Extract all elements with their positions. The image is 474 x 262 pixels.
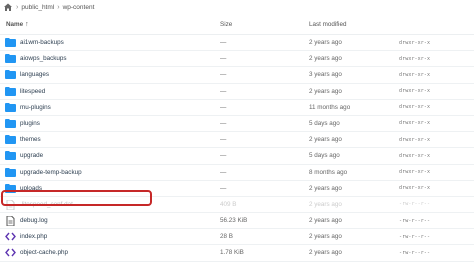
file-size: — [220, 39, 227, 46]
table-row[interactable]: themes — 2 years ago drwxr-xr-x [0, 132, 474, 149]
folder-icon [5, 167, 16, 177]
table-row[interactable]: debug.log 56.23 KiB 2 years ago -rw-r--r-- [0, 213, 474, 230]
column-size[interactable]: Size [220, 21, 232, 28]
file-modified: 2 years ago [309, 55, 342, 63]
file-name[interactable]: upgrade-temp-backup [20, 169, 82, 176]
chevron-right-icon: › [57, 3, 60, 11]
file-modified: 2 years ago [309, 233, 342, 241]
column-name[interactable]: Name ↑ [6, 21, 29, 28]
file-size: 56.23 KiB [220, 217, 248, 225]
home-icon[interactable] [3, 2, 13, 12]
table-row[interactable]: aiowps_backups — 2 years ago drwxr-xr-x [0, 51, 474, 68]
breadcrumb: › public_html › wp-content [0, 0, 474, 14]
file-modified: 2 years ago [309, 200, 342, 208]
folder-icon [5, 118, 16, 128]
file-size: — [220, 71, 227, 79]
column-modified[interactable]: Last modified [309, 21, 346, 28]
file-modified: 2 years ago [309, 39, 342, 46]
file-modified: 11 months ago [309, 103, 351, 111]
folder-icon [5, 70, 16, 80]
table-row[interactable]: plugins — 5 days ago drwxr-xr-x [0, 116, 474, 133]
table-row[interactable]: upgrade — 5 days ago drwxr-xr-x [0, 148, 474, 165]
breadcrumb-item[interactable]: public_html [21, 4, 54, 11]
arrow-up-icon: ↑ [25, 21, 29, 28]
file-name[interactable]: debug.log [20, 217, 48, 224]
file-permissions: -rw-r--r-- [399, 201, 431, 208]
file-list: ai1wm-backups —2 years ago drwxr-xr-x aiowp… [0, 35, 474, 262]
file-name[interactable]: upgrade [20, 152, 43, 159]
file-size: — [220, 87, 227, 95]
file-size: — [220, 136, 227, 144]
folder-icon [5, 102, 16, 112]
file-permissions: drwxr-xr-x [399, 120, 431, 127]
table-row[interactable]: upgrade-temp-backup — 8 months ago drwxr-xr… [0, 165, 474, 181]
file-permissions: drwxr-xr-x [399, 152, 431, 159]
file-permissions: drwxr-xr-x [399, 169, 431, 175]
table-row[interactable]: object-cache.php 1.78 KiB 2 years ago -rw-r… [0, 245, 474, 262]
file-permissions: -rw-r--r-- [399, 249, 431, 256]
folder-icon [5, 38, 16, 47]
file-permissions: drwxr-xr-x [399, 136, 431, 143]
file-name[interactable]: mu-plugins [20, 104, 51, 111]
file-icon [5, 215, 16, 227]
code-icon [5, 248, 16, 257]
file-permissions: drwxr-xr-x [399, 104, 431, 111]
table-header: Name ↑ Size Last modified [0, 16, 474, 35]
table-row[interactable]: mu-plugins — 11 months ago drwxr-xr-x [0, 100, 474, 116]
file-permissions: -rw-r--r-- [399, 233, 431, 240]
file-size: 409 B [220, 200, 237, 208]
breadcrumb-item[interactable]: wp-content [63, 4, 95, 11]
folder-icon [5, 135, 16, 145]
file-name[interactable]: themes [20, 136, 41, 143]
file-size: 1.78 KiB [220, 249, 244, 257]
file-modified: 5 days ago [309, 119, 340, 127]
selection-highlight [1, 190, 152, 206]
file-permissions: -rw-r--r-- [399, 217, 431, 224]
file-permissions: drwxr-xr-x [399, 71, 431, 78]
file-name[interactable]: litespeed [20, 88, 45, 95]
file-permissions: drwxr-xr-x [399, 39, 431, 46]
file-size: — [220, 119, 227, 127]
file-manager: › public_html › wp-content Name ↑ Size L… [0, 0, 474, 262]
file-size: — [220, 184, 227, 192]
folder-icon [5, 86, 16, 96]
file-modified: 2 years ago [309, 249, 342, 257]
file-size: 28 B [220, 233, 233, 241]
file-modified: 3 years ago [309, 71, 342, 79]
file-size: — [220, 152, 227, 160]
chevron-right-icon: › [16, 3, 19, 11]
file-size: — [220, 55, 227, 63]
file-name[interactable]: index.php [20, 233, 47, 240]
file-modified: 2 years ago [309, 87, 342, 95]
folder-icon [5, 151, 16, 161]
code-icon [5, 232, 16, 241]
file-name[interactable]: languages [20, 71, 49, 78]
table-row[interactable]: index.php 28 B 2 years ago -rw-r--r-- [0, 229, 474, 246]
file-permissions: drwxr-xr-x [399, 55, 431, 62]
table-row[interactable]: ai1wm-backups — 2 years ago drwxr-xr-x [0, 35, 474, 52]
table-row[interactable]: litespeed — 2 years ago drwxr-xr-x [0, 84, 474, 100]
file-modified: 5 days ago [309, 152, 340, 160]
file-modified: 2 years ago [309, 184, 342, 192]
table-row[interactable]: languages — 3 years ago drwxr-xr-x [0, 67, 474, 84]
file-permissions: drwxr-xr-x [399, 185, 431, 192]
file-modified: 8 months ago [309, 168, 348, 176]
file-name[interactable]: plugins [20, 120, 40, 127]
file-permissions: drwxr-xr-x [399, 88, 431, 95]
file-name[interactable]: ai1wm-backups [20, 39, 64, 46]
file-size: — [220, 103, 227, 111]
file-name[interactable]: aiowps_backups [20, 55, 67, 62]
file-modified: 2 years ago [309, 217, 342, 225]
file-size: — [220, 168, 227, 176]
file-modified: 2 years ago [309, 136, 342, 144]
column-name-label: Name [6, 21, 24, 28]
folder-icon [5, 54, 16, 64]
file-name[interactable]: object-cache.php [20, 249, 68, 256]
